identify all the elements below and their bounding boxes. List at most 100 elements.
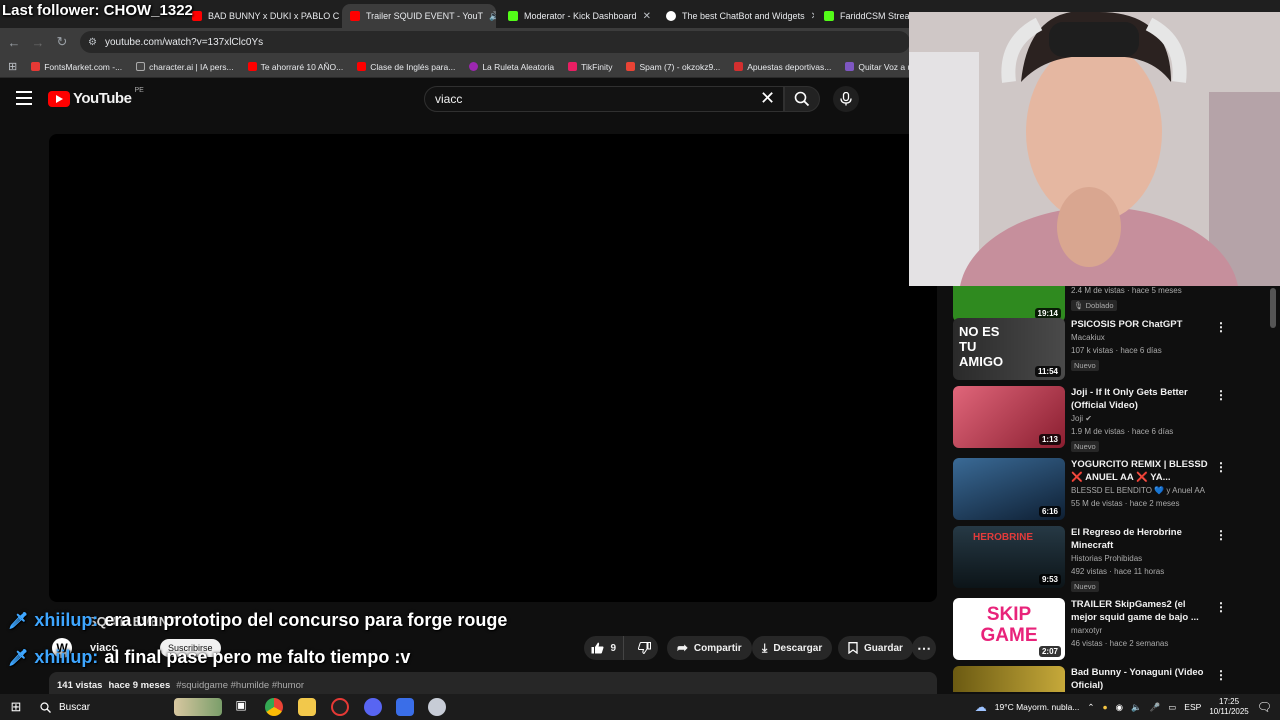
- search-highlight-icon[interactable]: [174, 698, 222, 716]
- windows-start-icon[interactable]: ⊞: [0, 699, 32, 715]
- recommendation-item[interactable]: 1:13 Joji - If It Only Gets Better (Offi…: [953, 386, 1243, 452]
- bookmark-label: Clase de Inglés para...: [370, 61, 456, 72]
- tab-trailer-squid-event[interactable]: Trailer SQUID EVENT - YouT 🔊 ✕: [342, 4, 496, 28]
- download-button[interactable]: ⤓ Descargar: [752, 636, 833, 660]
- bookmark-tikfinity[interactable]: TikFinity: [568, 62, 612, 72]
- discord-icon[interactable]: [364, 698, 382, 716]
- like-button[interactable]: 9: [584, 636, 625, 660]
- search-button[interactable]: [784, 86, 820, 112]
- recommendation-item[interactable]: SKIP GAME 2:07 TRAILER SkipGames2 (el me…: [953, 598, 1243, 662]
- bookmark-ruleta[interactable]: La Ruleta Aleatoria: [469, 62, 554, 72]
- app-icon[interactable]: [396, 698, 414, 716]
- video-title: El Regreso de Herobrine Minecraft: [1071, 527, 1182, 551]
- url-field[interactable]: ⚙ youtube.com/watch?v=137xlClc0Ys: [80, 31, 910, 53]
- search-input[interactable]: viacc: [424, 86, 784, 112]
- site-info-icon[interactable]: ⚙: [88, 37, 97, 48]
- scrollbar-thumb[interactable]: [1270, 288, 1276, 328]
- tray-app-icon[interactable]: ●: [1103, 702, 1108, 712]
- reload-icon[interactable]: ↻: [50, 34, 74, 50]
- chevron-up-icon[interactable]: ⌃: [1087, 702, 1094, 713]
- windows-taskbar: ⊞ Buscar ▣ ☁ 19°C Mayorm. nubla... ⌃ ● ◉…: [0, 694, 1280, 720]
- clock-time: 17:25: [1219, 697, 1240, 706]
- recommendation-item[interactable]: 6:16 YOGURCITO REMIX | BLESSD ❌ ANUEL AA…: [953, 458, 1243, 522]
- back-arrow-icon[interactable]: ←: [2, 35, 26, 50]
- channel-name[interactable]: Historias Prohibidas: [1071, 552, 1211, 565]
- video-meta: 1.9 M de vistas · hace 6 días: [1071, 427, 1174, 436]
- video-thumbnail[interactable]: NO ES TU AMIGO 11:54: [953, 318, 1065, 380]
- webcam-feed: [909, 12, 1280, 286]
- last-follower-overlay: Last follower: CHOW_1322: [2, 2, 193, 19]
- more-actions-icon[interactable]: ⋯: [912, 636, 936, 660]
- apps-grid-icon[interactable]: ⊞: [8, 60, 17, 73]
- file-explorer-icon[interactable]: [298, 698, 316, 716]
- recommendation-item[interactable]: NO ES TU AMIGO 11:54 PSICOSIS POR ChatGP…: [953, 318, 1243, 382]
- tab-label: Trailer SQUID EVENT - YouT: [366, 11, 484, 21]
- sword-badge-icon: 🗡: [8, 649, 29, 667]
- kebab-menu-icon[interactable]: ⋮: [1215, 388, 1227, 402]
- gmail-icon: [626, 62, 636, 71]
- sword-badge-icon: 🗡: [8, 612, 29, 630]
- bookmark-label: character.ai | IA pers...: [149, 61, 234, 72]
- video-thumbnail[interactable]: [953, 666, 1065, 692]
- notification-icon[interactable]: 🗨: [1257, 700, 1272, 714]
- chat-username: xhiilup:: [34, 610, 99, 630]
- bookmark-favicon-icon: [136, 62, 146, 71]
- bookmark-gmail-spam[interactable]: Spam (7) - okzokz9...: [626, 62, 720, 72]
- bookmark-clase-ingles[interactable]: Clase de Inglés para...: [357, 62, 455, 72]
- youtube-logo[interactable]: YouTube PE: [48, 87, 144, 107]
- tab-fariddcsm-stream[interactable]: FariddCSM Stream - W: [816, 4, 910, 28]
- recommendation-item[interactable]: Bad Bunny - Yonaguni (Video Oficial) ⋮: [953, 666, 1243, 692]
- close-tab-icon[interactable]: ✕: [811, 11, 814, 22]
- video-thumbnail[interactable]: HEROBRINE 9:53: [953, 526, 1065, 588]
- save-button[interactable]: Guardar: [838, 636, 913, 660]
- youtube-wordmark: YouTube: [73, 90, 132, 107]
- tab-bad-bunny[interactable]: BAD BUNNY x DUKI x PABLO C ✕: [184, 4, 340, 28]
- channel-name[interactable]: Macakiux: [1071, 331, 1211, 344]
- network-icon[interactable]: ◉: [1116, 702, 1123, 713]
- speaker-icon[interactable]: 🔈: [1131, 702, 1142, 713]
- video-meta: 55 M de vistas · hace 2 meses: [1071, 499, 1180, 508]
- bookmark-te-ahorrare[interactable]: Te ahorraré 10 AÑO...: [247, 62, 343, 72]
- menu-icon[interactable]: [16, 91, 32, 105]
- duration-badge: 11:54: [1034, 366, 1061, 377]
- obs-icon[interactable]: [331, 698, 349, 716]
- video-player[interactable]: [49, 134, 937, 602]
- forward-arrow-icon[interactable]: →: [26, 35, 50, 50]
- weather-text[interactable]: 19°C Mayorm. nubla...: [995, 702, 1080, 712]
- duration-badge: 9:53: [1038, 574, 1061, 585]
- kebab-menu-icon[interactable]: ⋮: [1215, 528, 1227, 542]
- video-thumbnail[interactable]: 1:13: [953, 386, 1065, 448]
- bookmark-apuestas[interactable]: Apuestas deportivas...: [734, 62, 831, 72]
- channel-name[interactable]: Joji: [1071, 414, 1083, 423]
- tab-kick-dashboard[interactable]: Moderator - Kick Dashboard ✕: [500, 4, 656, 28]
- clock[interactable]: 17:25 10/11/2025: [1209, 697, 1248, 717]
- channel-name[interactable]: marxotyr: [1071, 624, 1211, 637]
- language-indicator[interactable]: ESP: [1184, 702, 1201, 712]
- channel-name[interactable]: BLESSD EL BENDITO 💙 y Anuel AA: [1071, 484, 1211, 497]
- app-icon[interactable]: [428, 698, 446, 716]
- video-thumbnail[interactable]: SKIP GAME 2:07: [953, 598, 1065, 660]
- kebab-menu-icon[interactable]: ⋮: [1215, 320, 1227, 334]
- dubbed-icon: 🎙: [1074, 301, 1084, 310]
- voice-search-button[interactable]: [833, 86, 859, 112]
- video-thumbnail[interactable]: 19:14: [953, 286, 1065, 322]
- chrome-icon[interactable]: [265, 698, 283, 716]
- video-thumbnail[interactable]: 6:16: [953, 458, 1065, 520]
- clear-search-icon[interactable]: ✕: [760, 88, 775, 109]
- kebab-menu-icon[interactable]: ⋮: [1215, 460, 1227, 474]
- bookmark-fontsmarket[interactable]: FontsMarket.com -...: [31, 62, 122, 72]
- microphone-icon[interactable]: 🎤: [1150, 702, 1161, 713]
- thumbnail-caption: NO ES TU AMIGO: [959, 324, 1004, 369]
- close-tab-icon[interactable]: ✕: [643, 11, 651, 22]
- description-box[interactable]: 141 vistas hace 9 meses #squidgame #humi…: [49, 672, 937, 696]
- kebab-menu-icon[interactable]: ⋮: [1215, 600, 1227, 614]
- speaker-icon[interactable]: 🔊: [489, 11, 496, 22]
- kebab-menu-icon[interactable]: ⋮: [1215, 668, 1227, 682]
- recommendation-item[interactable]: HEROBRINE 9:53 El Regreso de Herobrine M…: [953, 526, 1243, 592]
- bookmark-character-ai[interactable]: character.ai | IA pers...: [136, 61, 234, 72]
- share-button[interactable]: ➦ Compartir: [667, 636, 752, 660]
- task-view-icon[interactable]: ▣: [232, 698, 250, 716]
- dislike-button[interactable]: [630, 636, 658, 660]
- tab-chatbot-widgets[interactable]: The best ChatBot and Widgets ✕: [658, 4, 814, 28]
- battery-icon[interactable]: ▭: [1168, 702, 1176, 713]
